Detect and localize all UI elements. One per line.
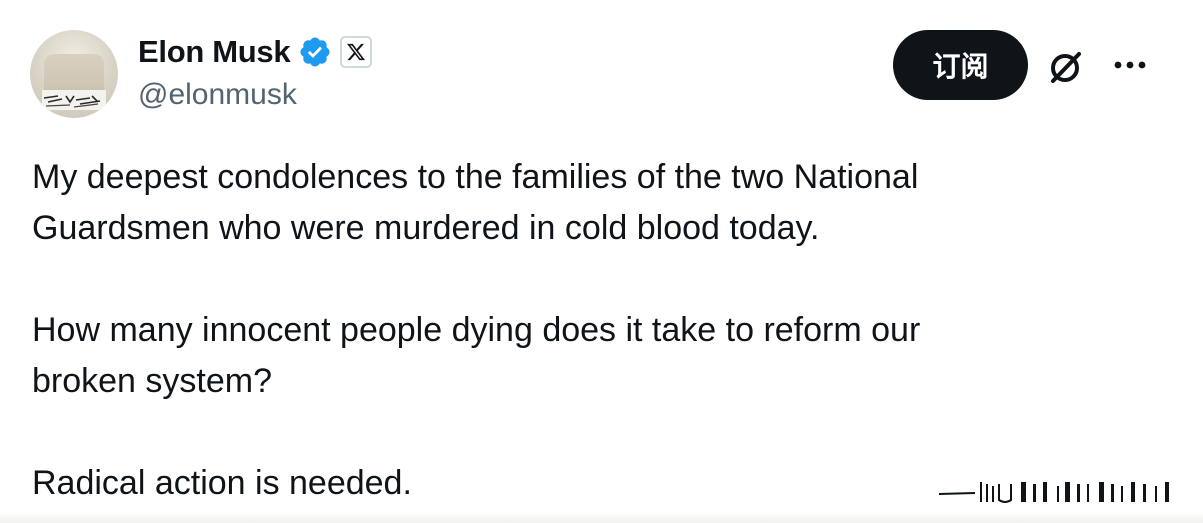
- tweet-line: Radical action is needed.: [32, 464, 412, 502]
- tweet-paragraph: My deepest condolences to the families o…: [32, 152, 1152, 254]
- tweet-text: My deepest condolences to the families o…: [32, 152, 1152, 509]
- tweet-card: Elon Musk @elonmusk 订阅 My deepest condol…: [0, 0, 1203, 523]
- tweet-line: Guardsmen who were murdered in cold bloo…: [32, 209, 820, 247]
- avatar[interactable]: [30, 30, 118, 118]
- author-name-row: Elon Musk: [138, 32, 373, 72]
- tweet-paragraph: How many innocent people dying does it t…: [32, 305, 1152, 407]
- tweet-line: How many innocent people dying does it t…: [32, 311, 921, 349]
- grok-icon[interactable]: [1046, 47, 1086, 87]
- author-handle[interactable]: @elonmusk: [138, 78, 297, 112]
- verified-badge-icon[interactable]: [298, 35, 332, 69]
- x-logo-icon[interactable]: [340, 36, 373, 68]
- avatar-scribble-graphic: [43, 95, 101, 108]
- author-display-name[interactable]: Elon Musk: [138, 34, 291, 70]
- more-horizontal-icon[interactable]: [1110, 55, 1150, 75]
- tweet-line: My deepest condolences to the families o…: [32, 158, 919, 196]
- watermark-graphic: [938, 482, 1169, 503]
- subscribe-button[interactable]: 订阅: [893, 30, 1028, 100]
- tweet-line: broken system?: [32, 362, 272, 400]
